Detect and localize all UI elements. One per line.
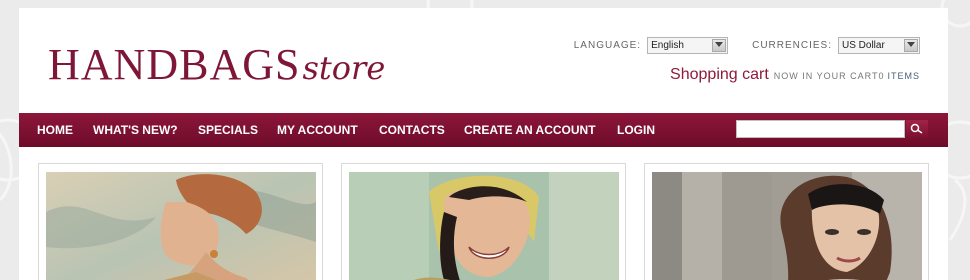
cart-item-count: 0: [878, 71, 885, 81]
language-select[interactable]: English: [647, 36, 729, 54]
shopping-cart-title[interactable]: Shopping cart: [670, 66, 769, 84]
nav-item-home[interactable]: HOME: [37, 113, 73, 147]
woman-with-earrings-photo[interactable]: [46, 172, 316, 280]
smiling-woman-in-headscarf-photo[interactable]: [349, 172, 619, 280]
chevron-down-icon: [712, 38, 727, 52]
nav-item-whats-new[interactable]: WHAT'S NEW?: [93, 113, 178, 147]
search-button[interactable]: [906, 120, 928, 138]
main-navigation: HOME WHAT'S NEW? SPECIALS MY ACCOUNT CON…: [19, 113, 948, 147]
shopping-cart-summary: Shopping cart NOW IN YOUR CART 0 ITEMS: [670, 66, 920, 84]
woman-with-headband-photo[interactable]: [652, 172, 922, 280]
cart-items-link[interactable]: ITEMS: [887, 71, 920, 81]
search-icon: [910, 123, 923, 134]
currency-select-value: US Dollar: [842, 39, 885, 51]
currency-label: CURRENCIES:: [752, 39, 832, 51]
cart-status-text: NOW IN YOUR CART: [773, 71, 879, 81]
store-settings: LANGUAGE: English CURRENCIES: US Dollar: [574, 36, 920, 54]
nav-item-specials[interactable]: SPECIALS: [198, 113, 258, 147]
product-card[interactable]: [644, 163, 929, 280]
chevron-down-icon: [904, 38, 918, 52]
store-logo[interactable]: HANDBAGSstore: [48, 40, 385, 90]
page-container: HANDBAGSstore LANGUAGE: English CURRENCI…: [19, 8, 948, 280]
product-card[interactable]: [38, 163, 323, 280]
nav-item-my-account[interactable]: MY ACCOUNT: [277, 113, 358, 147]
logo-main-text: HANDBAGS: [48, 40, 301, 89]
currency-select[interactable]: US Dollar: [838, 36, 920, 54]
nav-item-login[interactable]: LOGIN: [617, 113, 655, 147]
nav-item-contacts[interactable]: CONTACTS: [379, 113, 445, 147]
search-input[interactable]: [736, 120, 905, 138]
logo-sub-text: store: [302, 49, 386, 87]
language-select-value: English: [651, 39, 684, 51]
product-card[interactable]: [341, 163, 626, 280]
language-label: LANGUAGE:: [573, 39, 642, 51]
nav-item-create-account[interactable]: CREATE AN ACCOUNT: [464, 113, 596, 147]
